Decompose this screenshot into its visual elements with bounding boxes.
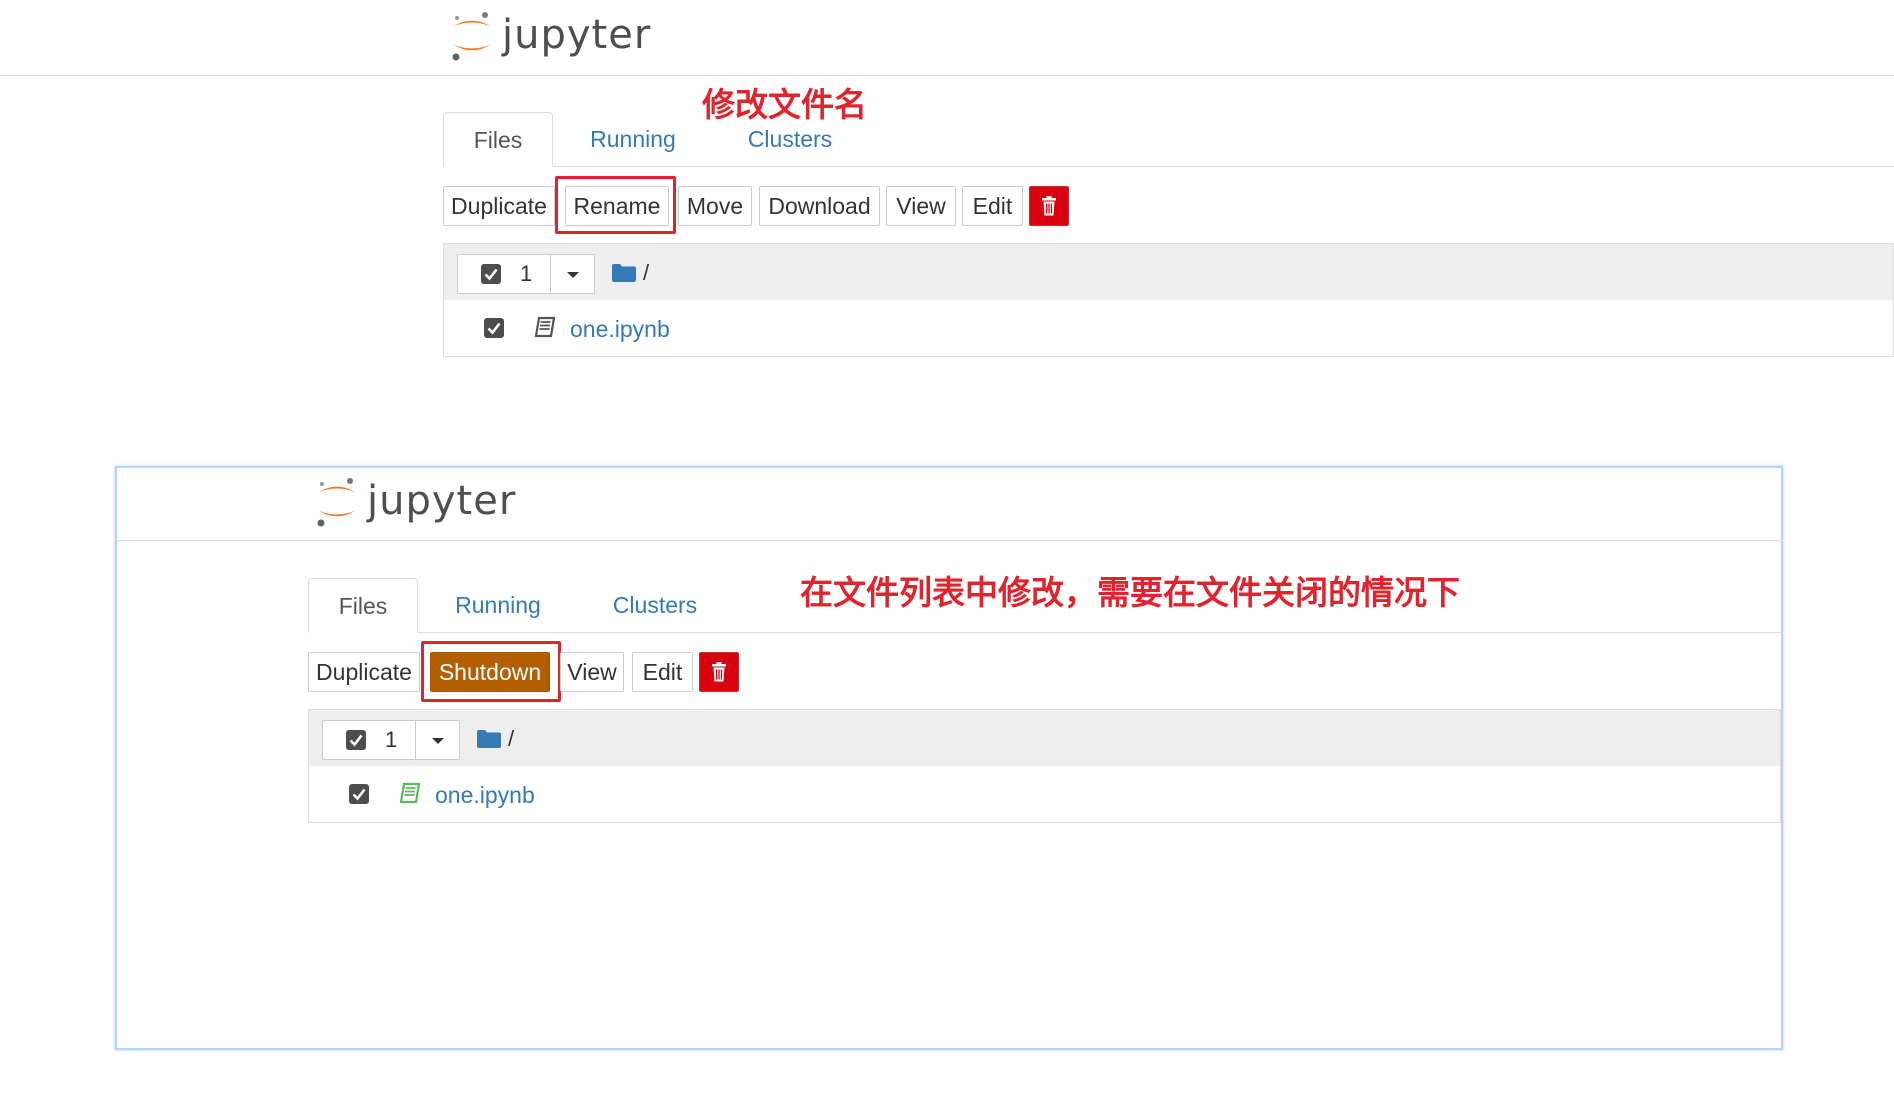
tab-clusters[interactable]: Clusters bbox=[590, 578, 720, 632]
top-list-header bbox=[443, 243, 1894, 301]
bottom-list-header bbox=[308, 709, 1781, 767]
trash-icon bbox=[1042, 196, 1056, 216]
view-button[interactable]: View bbox=[560, 652, 624, 692]
tab-running[interactable]: Running bbox=[433, 578, 563, 632]
brand-name: jupyter bbox=[367, 478, 517, 524]
notebook-icon bbox=[399, 782, 421, 804]
breadcrumb-path[interactable]: / bbox=[643, 260, 649, 286]
selected-count: 1 bbox=[385, 727, 398, 752]
caret-down-icon[interactable] bbox=[415, 721, 460, 759]
view-button[interactable]: View bbox=[886, 186, 956, 226]
top-jupyter-logo[interactable]: jupyter bbox=[450, 8, 651, 62]
jupyter-logo-icon bbox=[317, 478, 355, 527]
tab-clusters[interactable]: Clusters bbox=[725, 112, 855, 166]
selected-count: 1 bbox=[520, 261, 533, 286]
top-tabbar: Files Running Clusters bbox=[443, 112, 1894, 167]
edit-button[interactable]: Edit bbox=[962, 186, 1023, 226]
duplicate-button[interactable]: Duplicate bbox=[308, 652, 420, 692]
bottom-annotation: 在文件列表中修改，需要在文件关闭的情况下 bbox=[800, 573, 1460, 612]
tab-files[interactable]: Files bbox=[308, 578, 418, 633]
move-button[interactable]: Move bbox=[678, 186, 752, 226]
checkbox-checked-icon bbox=[487, 322, 501, 335]
folder-icon[interactable] bbox=[477, 730, 501, 748]
trash-icon bbox=[712, 662, 726, 682]
file-name-link[interactable]: one.ipynb bbox=[570, 316, 670, 343]
select-all-dropdown[interactable]: 1 bbox=[322, 720, 460, 760]
download-button[interactable]: Download bbox=[759, 186, 880, 226]
top-header bbox=[0, 0, 1894, 76]
checkbox-checked-icon[interactable] bbox=[346, 730, 366, 750]
notebook-icon bbox=[534, 316, 556, 338]
rename-button[interactable]: Rename bbox=[565, 186, 669, 226]
brand-name: jupyter bbox=[502, 12, 652, 58]
file-name-link[interactable]: one.ipynb bbox=[435, 782, 535, 809]
bottom-jupyter-logo[interactable]: jupyter bbox=[315, 474, 516, 528]
tab-files[interactable]: Files bbox=[443, 112, 553, 167]
jupyter-logo-icon bbox=[452, 12, 490, 61]
delete-button[interactable] bbox=[699, 652, 739, 692]
breadcrumb-path[interactable]: / bbox=[508, 726, 514, 752]
edit-button[interactable]: Edit bbox=[632, 652, 693, 692]
delete-button[interactable] bbox=[1029, 186, 1069, 226]
shutdown-button[interactable]: Shutdown bbox=[430, 652, 550, 692]
checkbox-checked-icon bbox=[352, 788, 366, 801]
checkbox-checked-icon[interactable] bbox=[481, 264, 501, 284]
select-all-dropdown[interactable]: 1 bbox=[457, 254, 595, 294]
folder-icon[interactable] bbox=[612, 264, 636, 282]
duplicate-button[interactable]: Duplicate bbox=[443, 186, 555, 226]
caret-down-icon[interactable] bbox=[550, 255, 595, 293]
tab-running[interactable]: Running bbox=[568, 112, 698, 166]
file-checkbox[interactable] bbox=[484, 318, 504, 338]
file-checkbox[interactable] bbox=[349, 784, 369, 804]
